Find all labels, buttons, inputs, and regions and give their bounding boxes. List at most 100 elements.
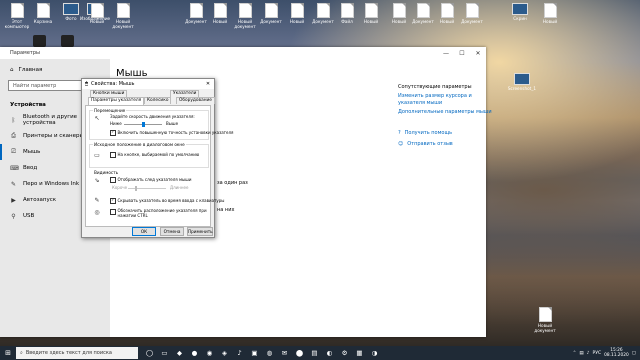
ctrl-checkbox-row[interactable]: Обозначить расположение указателя при на… xyxy=(110,208,213,218)
taskbar-app-icon[interactable]: ◈ xyxy=(219,348,230,359)
desktop-icon[interactable]: Новый документ xyxy=(108,3,138,29)
trails-checkbox-row[interactable]: Отображать след указателя мыши xyxy=(110,177,191,183)
speed-slider[interactable] xyxy=(124,122,162,127)
feedback-label: Отправить отзыв xyxy=(407,140,453,147)
close-button[interactable]: ✕ xyxy=(470,50,486,57)
trails-short-label: Короче xyxy=(112,185,128,190)
maximize-button[interactable]: ☐ xyxy=(454,50,470,57)
tab-pointers[interactable]: Указатели xyxy=(170,90,200,97)
search-icon: ⌕ xyxy=(20,350,23,356)
bluetooth-icon: ᛒ xyxy=(11,116,16,124)
related-settings: Сопутствующие параметры Изменить размер … xyxy=(398,84,493,147)
taskbar-app-icon[interactable]: ◍ xyxy=(264,348,275,359)
tab-buttons[interactable]: Кнопки мыши xyxy=(90,90,128,97)
taskbar-search[interactable]: ⌕ Введите здесь текст для поиска xyxy=(16,347,138,359)
taskbar-app-icon[interactable]: ▭ xyxy=(159,348,170,359)
snap-icon: ▭ xyxy=(94,152,100,159)
minimize-button[interactable]: — xyxy=(438,50,454,57)
desktop-icon-label: Документ xyxy=(461,19,483,24)
document-icon xyxy=(10,3,24,18)
taskbar-app-icon[interactable]: ⬤ xyxy=(294,348,305,359)
document-icon xyxy=(189,3,203,18)
sidebar-item-label: Принтеры и сканеры xyxy=(23,133,84,139)
document-icon xyxy=(238,3,252,18)
taskbar-app-icon[interactable]: ♪ xyxy=(234,348,245,359)
snap-group: Исходное положение в диалоговом окне ▭ Н… xyxy=(89,142,209,168)
dialog-close-button[interactable]: ✕ xyxy=(202,81,214,87)
trails-slider-thumb[interactable] xyxy=(134,186,138,191)
usb-icon: ⚲ xyxy=(11,212,16,220)
speed-fast-label: Выше xyxy=(166,121,179,126)
document-icon xyxy=(90,3,104,18)
sidebar-item-label: Мышь xyxy=(23,149,41,155)
taskbar-app-icon[interactable]: ▤ xyxy=(309,348,320,359)
taskbar-app-icon[interactable]: ▦ xyxy=(354,348,365,359)
taskbar-apps: ◯ ▭ ◆ ● ◉ ◈ ♪ ▣ ◍ ✉ ⬤ ▤ ◐ ⚙ ▦ ◑ xyxy=(144,348,380,359)
desktop-icon-bottom[interactable]: Новый документ xyxy=(530,307,560,333)
desktop-icon[interactable]: Новый xyxy=(356,3,386,24)
precision-label: Включить повышенную точность установки у… xyxy=(117,130,234,136)
trails-checkbox[interactable] xyxy=(110,177,116,183)
cancel-button[interactable]: Отмена xyxy=(160,227,184,236)
taskbar-app-icon[interactable]: ◯ xyxy=(144,348,155,359)
tab-pointer-options[interactable]: Параметры указателя xyxy=(88,97,145,105)
document-icon xyxy=(538,307,552,322)
desktop-icon[interactable]: Новый xyxy=(535,3,565,24)
taskbar-app-icon[interactable]: ✉ xyxy=(279,348,290,359)
tab-wheel[interactable]: Колесико xyxy=(144,97,172,104)
desktop-icon[interactable]: Документ xyxy=(457,3,487,24)
ok-button[interactable]: ОК xyxy=(132,227,156,236)
desktop-icon-label: Новый xyxy=(542,19,558,24)
taskbar-app-icon[interactable]: ⚙ xyxy=(339,348,350,359)
partial-text-1: за один раз xyxy=(217,180,248,186)
snap-checkbox[interactable] xyxy=(110,152,116,158)
ctrl-label: Обозначить расположение указателя при на… xyxy=(117,208,207,218)
volume-icon[interactable]: ♪ xyxy=(587,351,590,356)
taskbar-app-icon[interactable]: ◆ xyxy=(174,348,185,359)
snap-checkbox-row[interactable]: На кнопке, выбираемой по умолчанию xyxy=(110,152,199,158)
desktop-icon[interactable]: Скрин xyxy=(505,3,535,21)
home-label: Главная xyxy=(18,67,43,73)
taskbar-app-icon[interactable]: ◐ xyxy=(324,348,335,359)
notifications-icon[interactable]: ▢ xyxy=(632,351,636,356)
hide-checkbox-row[interactable]: ✓ Скрывать указатель во время ввода с кл… xyxy=(110,198,224,204)
network-icon[interactable]: ▤ xyxy=(579,351,583,356)
document-icon xyxy=(465,3,479,18)
language-indicator[interactable]: РУС xyxy=(593,351,602,356)
visibility-group: Видимость ⇘ Отображать след указателя мы… xyxy=(89,170,224,222)
link-cursor-size[interactable]: Изменить размер курсора и указателя мыши xyxy=(398,93,493,106)
mouse-icon: 🖱 xyxy=(85,81,89,87)
hide-pointer-icon: ✎ xyxy=(94,197,100,204)
sidebar-home[interactable]: ⌂ Главная xyxy=(0,59,110,77)
settings-titlebar[interactable]: Параметры — ☐ ✕ xyxy=(0,47,486,59)
link-additional-mouse[interactable]: Дополнительные параметры мыши xyxy=(398,109,493,116)
tray-arrow-icon[interactable]: ⌃ xyxy=(573,351,577,356)
sidebar-item-label: USB xyxy=(23,213,35,219)
desktop-icon[interactable]: Screenshot_1 xyxy=(507,73,537,91)
tab-hardware[interactable]: Оборудование xyxy=(176,97,215,104)
document-icon xyxy=(416,3,430,18)
motion-group: Перемещение ↖ Задайте скорость движения … xyxy=(89,108,233,140)
taskbar-app-icon[interactable]: ▣ xyxy=(249,348,260,359)
help-icon: ? xyxy=(398,129,401,136)
desktop-icon-label: Корзина xyxy=(33,19,53,24)
taskbar-app-icon[interactable]: ◉ xyxy=(204,348,215,359)
image-icon xyxy=(512,3,528,15)
precision-checkbox-row[interactable]: ✓ Включить повышенную точность установки… xyxy=(110,130,233,136)
taskbar-app-icon[interactable]: ◑ xyxy=(369,348,380,359)
ctrl-checkbox[interactable] xyxy=(110,209,116,215)
dialog-titlebar[interactable]: 🖱 Свойства: Мышь ✕ xyxy=(82,79,214,89)
document-icon xyxy=(340,3,354,18)
hide-label: Скрывать указатель во время ввода с клав… xyxy=(117,198,225,204)
trails-slider[interactable] xyxy=(128,186,166,191)
desktop-icon[interactable]: Корзина xyxy=(28,3,58,24)
link-feedback[interactable]: ☺ Отправить отзыв xyxy=(398,141,493,147)
taskbar-app-icon[interactable]: ● xyxy=(189,348,200,359)
speed-slider-thumb[interactable] xyxy=(142,122,145,127)
hide-checkbox[interactable]: ✓ xyxy=(110,198,116,204)
precision-checkbox[interactable]: ✓ xyxy=(110,130,116,136)
clock[interactable]: 15:26 08.11.2020 xyxy=(604,348,629,358)
apply-button[interactable]: Применить xyxy=(187,227,213,236)
start-button[interactable]: ⊞ xyxy=(0,349,16,357)
link-get-help[interactable]: ? Получить помощь xyxy=(398,130,493,136)
